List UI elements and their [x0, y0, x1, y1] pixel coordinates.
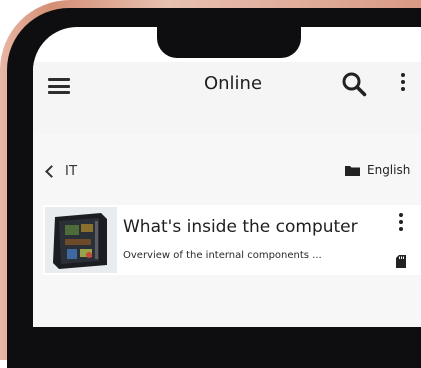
- folder-icon: [345, 165, 360, 176]
- phone-notch: [157, 24, 301, 58]
- item-more-vertical-icon[interactable]: [397, 213, 405, 235]
- phone-screen: Online IT English What's inside the comp…: [33, 27, 421, 327]
- breadcrumb-label: IT: [65, 163, 78, 179]
- language-label: English: [367, 163, 411, 177]
- item-subtitle: Overview of the internal components ...: [123, 250, 322, 261]
- search-icon[interactable]: [341, 71, 367, 97]
- language-selector[interactable]: English: [345, 162, 410, 178]
- chevron-left-icon: [45, 164, 58, 178]
- breadcrumb[interactable]: IT: [45, 163, 78, 179]
- computer-case-thumbnail: [45, 207, 117, 273]
- hamburger-menu-icon[interactable]: [48, 78, 70, 94]
- item-title: What's inside the computer: [123, 217, 358, 237]
- more-vertical-icon[interactable]: [399, 73, 407, 95]
- sd-card-icon: [396, 255, 406, 268]
- list-item[interactable]: What's inside the computer Overview of t…: [43, 205, 421, 275]
- app-title: Online: [203, 73, 263, 94]
